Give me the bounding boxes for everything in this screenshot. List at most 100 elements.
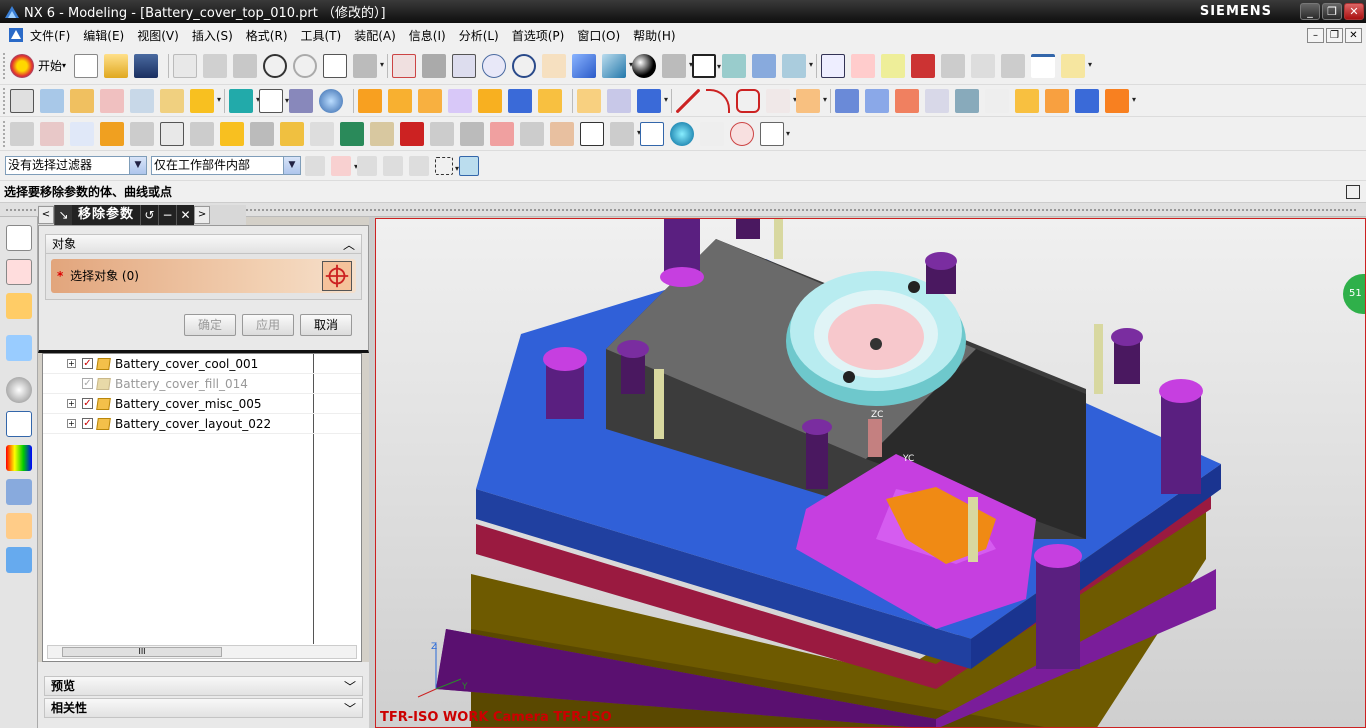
swept-surface-icon[interactable] bbox=[925, 88, 949, 113]
visibility-icon[interactable] bbox=[700, 121, 724, 146]
snap-point-icon[interactable] bbox=[851, 53, 876, 78]
menu-file[interactable]: 文件(F) bbox=[30, 27, 70, 44]
menu-window[interactable]: 窗口(O) bbox=[577, 27, 620, 44]
rect-select-icon[interactable] bbox=[435, 156, 459, 175]
doc-restore-button[interactable]: ❐ bbox=[1326, 27, 1343, 43]
render-style-icon[interactable] bbox=[632, 53, 657, 78]
close-button[interactable]: ✕ bbox=[1344, 3, 1364, 20]
menu-information[interactable]: 信息(I) bbox=[409, 27, 446, 44]
zoom-icon[interactable] bbox=[452, 53, 477, 78]
list-item[interactable]: + ✓ Battery_cover_cool_001 bbox=[43, 354, 361, 374]
horizontal-scrollbar[interactable]: III bbox=[47, 645, 357, 659]
ejector-icon[interactable] bbox=[310, 121, 334, 146]
expand-icon[interactable]: + bbox=[67, 359, 76, 368]
perspective-icon[interactable] bbox=[572, 53, 597, 78]
rotate-icon[interactable] bbox=[512, 53, 537, 78]
patch-icon[interactable] bbox=[1045, 88, 1069, 113]
history-icon[interactable] bbox=[6, 377, 32, 403]
wcs-rotate-icon[interactable] bbox=[782, 53, 813, 78]
doc-icon[interactable] bbox=[760, 121, 790, 146]
trim-tool-icon[interactable] bbox=[520, 121, 544, 146]
doc-close-button[interactable]: ✕ bbox=[1345, 27, 1362, 43]
snap-mid-icon[interactable] bbox=[911, 53, 936, 78]
cut-icon[interactable] bbox=[173, 53, 198, 78]
snap-end-icon[interactable] bbox=[881, 53, 906, 78]
menu-view[interactable]: 视图(V) bbox=[137, 27, 179, 44]
reset-icon[interactable]: ↺ bbox=[140, 205, 159, 225]
ok-button[interactable]: 确定 bbox=[184, 314, 236, 336]
undo-icon[interactable] bbox=[263, 53, 288, 78]
sweep-icon[interactable] bbox=[100, 88, 124, 113]
bom-icon[interactable] bbox=[580, 121, 604, 146]
menu-help[interactable]: 帮助(H) bbox=[633, 27, 675, 44]
line-icon[interactable] bbox=[676, 88, 700, 113]
through-curves-icon[interactable] bbox=[835, 88, 859, 113]
slider-icon[interactable] bbox=[340, 121, 364, 146]
boss-icon[interactable] bbox=[538, 88, 562, 113]
work-layer-icon[interactable] bbox=[692, 53, 721, 78]
restore-icon[interactable] bbox=[1346, 185, 1360, 199]
snap-center-icon[interactable] bbox=[1001, 53, 1026, 78]
face-blend-icon[interactable] bbox=[418, 88, 442, 113]
sew-icon[interactable] bbox=[985, 88, 1009, 113]
filter-reset-icon[interactable] bbox=[305, 155, 325, 176]
copy-icon[interactable] bbox=[203, 53, 228, 78]
sphere-icon[interactable] bbox=[319, 88, 343, 113]
snap-settings-icon[interactable] bbox=[331, 155, 358, 176]
app-menu-icon[interactable] bbox=[8, 27, 24, 43]
spline-icon[interactable] bbox=[766, 88, 797, 113]
workpiece-icon[interactable] bbox=[100, 121, 124, 146]
part-navigator-icon[interactable] bbox=[6, 293, 32, 319]
shrinkage-icon[interactable] bbox=[70, 121, 94, 146]
menu-format[interactable]: 格式(R) bbox=[246, 27, 288, 44]
assembly-navigator-icon[interactable] bbox=[6, 225, 32, 251]
standard-parts-icon[interactable] bbox=[280, 121, 304, 146]
menu-tools[interactable]: 工具(T) bbox=[301, 27, 342, 44]
apply-button[interactable]: 应用 bbox=[242, 314, 294, 336]
thicken-icon[interactable] bbox=[1015, 88, 1039, 113]
hole-table-icon[interactable] bbox=[640, 121, 664, 146]
chevron-right-icon[interactable]: > bbox=[194, 206, 211, 224]
mold-init-icon[interactable] bbox=[10, 121, 34, 146]
layout-icon[interactable] bbox=[130, 121, 154, 146]
view-manager-icon[interactable] bbox=[670, 121, 694, 146]
runner-icon[interactable] bbox=[430, 121, 454, 146]
hole-icon[interactable] bbox=[508, 88, 532, 113]
orient-view-icon[interactable] bbox=[602, 53, 633, 78]
open-icon[interactable] bbox=[104, 53, 129, 78]
snap-intersect-icon[interactable] bbox=[971, 53, 996, 78]
sketch-icon[interactable] bbox=[10, 88, 34, 113]
curve-icon[interactable] bbox=[736, 88, 760, 113]
block-icon[interactable] bbox=[289, 88, 313, 113]
web-browser-icon[interactable] bbox=[6, 547, 32, 573]
surface-icon[interactable] bbox=[955, 88, 979, 113]
offset-curve-icon[interactable] bbox=[796, 88, 827, 113]
snap-control-icon[interactable] bbox=[941, 53, 966, 78]
measure-angle-icon[interactable] bbox=[1061, 53, 1092, 78]
select-feature-icon[interactable] bbox=[357, 155, 377, 176]
mesh-icon[interactable] bbox=[865, 88, 889, 113]
minimize-button[interactable]: _ bbox=[1300, 3, 1320, 20]
collapse-icon[interactable]: − bbox=[158, 205, 177, 225]
remove-params-icon[interactable] bbox=[1105, 88, 1136, 113]
list-item[interactable]: + ✓ Battery_cover_misc_005 bbox=[43, 394, 361, 414]
process-studio-icon[interactable] bbox=[6, 479, 32, 505]
section-preview-header[interactable]: 预览 ﹀ bbox=[44, 676, 363, 696]
menu-analysis[interactable]: 分析(L) bbox=[459, 27, 499, 44]
arc-icon[interactable] bbox=[706, 88, 730, 113]
extrude-icon[interactable] bbox=[40, 88, 64, 113]
bounded-plane-icon[interactable] bbox=[895, 88, 919, 113]
emboss-icon[interactable] bbox=[160, 88, 184, 113]
save-icon[interactable] bbox=[134, 53, 159, 78]
zoom-window-icon[interactable] bbox=[422, 53, 447, 78]
tube-icon[interactable] bbox=[130, 88, 154, 113]
new-icon[interactable] bbox=[74, 53, 99, 78]
select-all-icon[interactable] bbox=[459, 155, 479, 176]
extract-icon[interactable] bbox=[1075, 88, 1099, 113]
section-object-header[interactable]: 对象 ︿ bbox=[45, 234, 362, 254]
checkbox[interactable]: ✓ bbox=[82, 398, 93, 409]
scroll-thumb[interactable]: III bbox=[62, 647, 222, 657]
wcs-origin-icon[interactable] bbox=[752, 53, 777, 78]
mold-csys-icon[interactable] bbox=[40, 121, 64, 146]
info-icon[interactable] bbox=[323, 53, 348, 78]
